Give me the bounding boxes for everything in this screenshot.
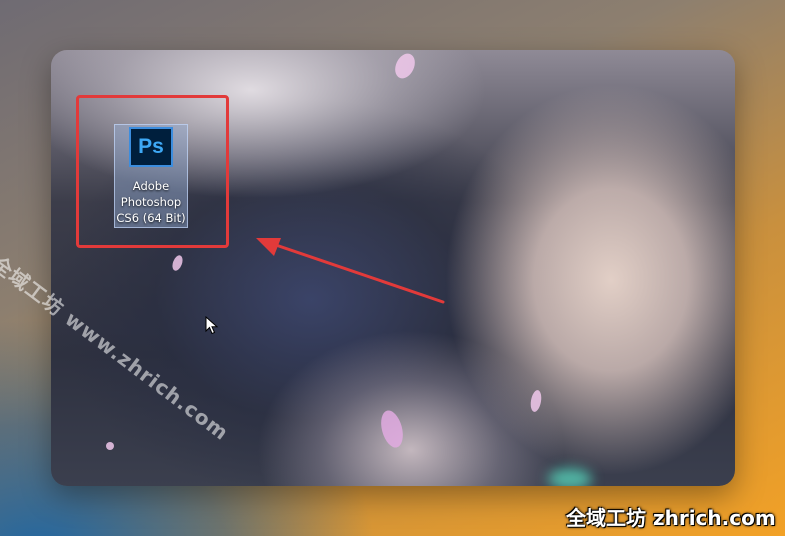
watermark-corner: 全域工坊 zhrich.com	[566, 506, 776, 530]
arrow-annotation	[256, 238, 445, 304]
mouse-cursor-icon	[205, 316, 219, 335]
